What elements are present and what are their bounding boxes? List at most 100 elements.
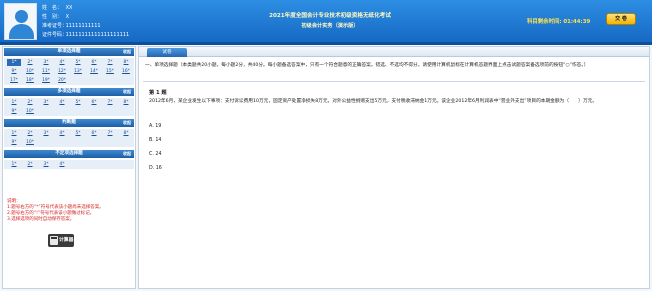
collapse-toggle[interactable]: 收起 [123, 119, 131, 127]
question-link[interactable]: 4* [55, 59, 69, 66]
question-link[interactable]: 17* [7, 77, 21, 84]
question-link[interactable]: 13* [71, 68, 85, 75]
question-link[interactable]: 10* [23, 108, 37, 115]
question-link[interactable]: 2* [23, 59, 37, 66]
question-number-row: 9* 10* [4, 107, 134, 116]
section-title: 单项选择题 [57, 49, 81, 54]
question-number-row: 1* 2* 3* 4* 5* 6* 7* 8* [4, 98, 134, 107]
question-link[interactable]: 2* [23, 130, 37, 137]
option-c[interactable]: C. 24 [149, 152, 162, 157]
question-link[interactable]: 16* [119, 68, 133, 75]
question-link[interactable]: 5* [71, 59, 85, 66]
section-title: 判断题 [62, 120, 76, 125]
question-link[interactable]: 15* [103, 68, 117, 75]
question-number-row: 1* 2* 3* 4* 5* 6* 7* 8* [4, 58, 134, 67]
id-label: 证件号码： [42, 32, 68, 38]
question-link[interactable]: 5* [71, 99, 85, 106]
question-link[interactable]: 2* [23, 99, 37, 106]
question-link[interactable]: 6* [87, 59, 101, 66]
candidate-name: XX [65, 5, 73, 11]
note-line: 3.选择选项的同时自动保存答案。 [7, 217, 75, 222]
instructions-notes: 说明： 1.题号右方的“*”符号代表该小题尚未选择答案。 2.题号右方的“!”符… [7, 199, 132, 223]
question-link[interactable]: 12* [55, 68, 69, 75]
question-link[interactable]: 3* [39, 161, 53, 168]
ticket-number: 11111111111 [65, 23, 101, 29]
question-link[interactable]: 6* [87, 130, 101, 137]
question-link[interactable]: 10* [23, 139, 37, 146]
question-link[interactable]: 2* [23, 161, 37, 168]
question-link[interactable]: 5* [71, 130, 85, 137]
question-link[interactable]: 9* [7, 68, 21, 75]
calculator-icon [50, 236, 58, 245]
exam-title: 2021年度全国会计专业技术初级资格无纸化考试 [269, 13, 391, 19]
collapse-toggle[interactable]: 收起 [123, 150, 131, 158]
section-header: 单项选择题 收起 [4, 48, 134, 56]
question-number-row: 9* 10* 11* 12* 13* 14* 15* 16* [4, 67, 134, 76]
option-d[interactable]: D. 16 [149, 166, 162, 171]
question-link[interactable]: 4* [55, 99, 69, 106]
option-a[interactable]: A. 19 [149, 124, 161, 129]
question-link[interactable]: 10* [23, 68, 37, 75]
id-number: 11111111111111111111 [65, 32, 130, 38]
question-number-row: 9* 10* [4, 138, 134, 147]
question-link[interactable]: 8* [119, 59, 133, 66]
gender-label: 性 别： [42, 14, 63, 20]
question-number-row: 1* 2* 3* 4* 5* 6* 7* 8* [4, 129, 134, 138]
candidate-gender-row: 性 别： X [42, 13, 69, 20]
id-number-row: 证件号码： 11111111111111111111 [42, 31, 129, 38]
timer-label: 科目剩余时间: [527, 19, 562, 25]
question-link[interactable]: 6* [87, 99, 101, 106]
candidate-photo [4, 3, 37, 40]
question-number-row: 17* 18* 19* 20* [4, 76, 134, 85]
question-link[interactable]: 1* [7, 130, 21, 137]
question-link[interactable]: 3* [39, 59, 53, 66]
question-text: 2012年6月，某企业发生以下事项：支付诉讼费用10万元，固定资产处置净损失8万… [149, 99, 598, 104]
collapse-toggle[interactable]: 收起 [123, 48, 131, 56]
question-link[interactable]: 1* [7, 99, 21, 106]
question-link[interactable]: 9* [7, 139, 21, 146]
header-divider [0, 42, 652, 45]
question-navigator: 单项选择题 收起 1* 2* 3* 4* 5* 6* 7* 8* 9* 10* 11* 12* 13* 14*… [2, 46, 136, 289]
name-label: 姓 名： [42, 5, 63, 11]
candidate-gender: X [65, 14, 70, 20]
question-link[interactable]: 3* [39, 130, 53, 137]
question-link[interactable]: 1* [7, 161, 21, 168]
calculator-label: 计算器 [59, 238, 74, 243]
question-link[interactable]: 20* [55, 77, 69, 84]
exam-subject: 初级会计实务（演示版） [301, 23, 359, 29]
section-header: 判断题 收起 [4, 119, 134, 127]
calculator-button[interactable]: 计算器 [48, 234, 74, 247]
question-number-row: 1* 2* 3* 4* [4, 160, 134, 169]
tab-exam-paper[interactable]: 试卷 [147, 48, 187, 57]
question-link[interactable]: 14* [87, 68, 101, 75]
ticket-number-row: 准考证号： 11111111111 [42, 22, 101, 29]
section-header: 不定项选择题 收起 [4, 150, 134, 158]
question-link[interactable]: 8* [119, 99, 133, 106]
question-link[interactable]: 18* [23, 77, 37, 84]
timer-value: 01:44:39 [563, 19, 591, 25]
question-link[interactable]: 11* [39, 68, 53, 75]
question-link[interactable]: 4* [55, 161, 69, 168]
section-instructions: 一、单项选择题（本类题共20小题，每小题2分，共40分。每小题备选答案中，只有一… [145, 63, 589, 68]
question-link[interactable]: 19* [39, 77, 53, 84]
candidate-name-row: 姓 名： XX [42, 4, 72, 11]
section-header: 多项选择题 收起 [4, 88, 134, 96]
option-b[interactable]: B. 14 [149, 138, 161, 143]
question-link[interactable]: 8* [119, 130, 133, 137]
question-link[interactable]: 7* [103, 99, 117, 106]
question-title: 第 1 题 [149, 90, 167, 96]
section-title: 多项选择题 [57, 89, 81, 94]
exam-paper-panel: 试卷 一、单项选择题（本类题共20小题，每小题2分，共40分。每小题备选答案中，… [138, 46, 650, 289]
ticket-label: 准考证号： [42, 23, 68, 29]
question-link[interactable]: 1* [7, 59, 21, 66]
remaining-time: 科目剩余时间: 01:44:39 [527, 17, 590, 25]
question-link[interactable]: 7* [103, 59, 117, 66]
question-link[interactable]: 7* [103, 130, 117, 137]
section-divider [143, 81, 645, 82]
tab-bar: 试卷 [139, 47, 649, 57]
question-link[interactable]: 4* [55, 130, 69, 137]
question-link[interactable]: 3* [39, 99, 53, 106]
question-link[interactable]: 9* [7, 108, 21, 115]
submit-exam-button[interactable]: 交 卷 [606, 13, 636, 25]
collapse-toggle[interactable]: 收起 [123, 88, 131, 96]
